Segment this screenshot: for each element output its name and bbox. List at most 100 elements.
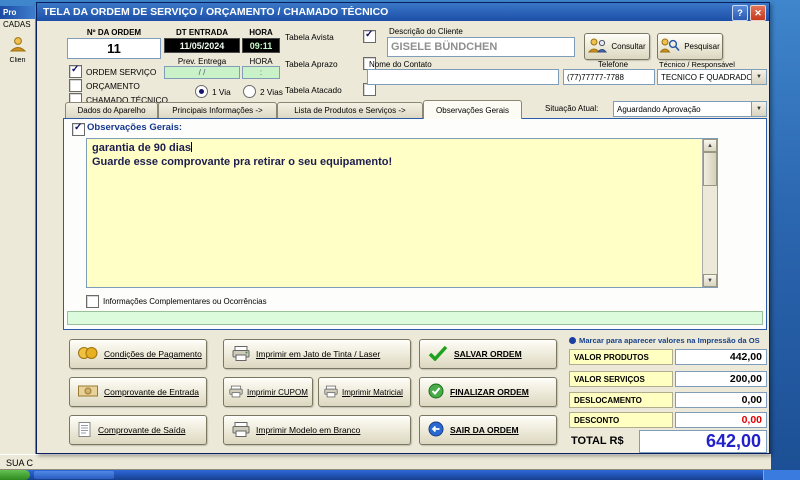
textarea-scrollbar[interactable]: ▲ ▼ [702,139,717,287]
search-client-button[interactable]: Pesquisar [657,33,723,60]
parent-window-menu[interactable]: CADAS [0,19,35,31]
print-blank-template-button[interactable]: Imprimir Modelo em Branco [223,415,411,445]
exit-order-button[interactable]: SAIR DA ORDEM [419,415,557,445]
parent-toolbar-item[interactable]: Clien [2,36,33,64]
displacement-value-label: DESLOCAMENTO [569,392,673,408]
order-number-field[interactable]: 11 [67,38,161,59]
one-via-radio[interactable] [195,85,208,98]
delivery-date-field[interactable]: / / [164,66,240,79]
tabela-aprazo-label: Tabela Aprazo [285,58,338,69]
products-value-label: VALOR PRODUTOS [569,349,673,365]
search-client-label: Pesquisar [684,42,720,51]
orcamento-checkbox[interactable] [69,79,82,92]
one-via-option[interactable]: 1 Via [195,85,231,98]
print-cupom-button[interactable]: Imprimir CUPOM [223,377,313,407]
services-value-label: VALOR SERVIÇOS [569,371,673,387]
two-vias-radio[interactable] [243,85,256,98]
desktop: Pro CADAS Clien SUA C TELA DA ORDEM DE S… [0,0,800,480]
client-name-field[interactable]: GISELE BÜNDCHEN [387,37,575,57]
coins-icon [78,346,98,362]
total-value-field: 642,00 [639,430,767,453]
text-cursor [191,142,193,152]
displacement-value-field[interactable]: 0,00 [675,392,767,408]
products-value-field[interactable]: 442,00 [675,349,767,365]
payment-conditions-button[interactable]: Condições de Pagamento [69,339,207,369]
tabela-avista-checkbox[interactable] [363,29,376,43]
complementary-info-option[interactable]: Informações Complementares ou Ocorrência… [86,295,267,308]
start-button[interactable] [0,470,30,480]
parent-toolbar-label: Clien [9,57,26,64]
exit-order-label: SAIR DA ORDEM [450,425,519,435]
people-search-icon [659,38,681,55]
green-check-icon [428,345,448,363]
payment-conditions-label: Condições de Pagamento [104,349,202,359]
two-vias-label: 2 Vias [260,86,283,97]
finalize-order-button[interactable]: FINALIZAR ORDEM [419,377,557,407]
print-cupom-label: Imprimir CUPOM [247,387,308,397]
exit-receipt-label: Comprovante de Saída [98,425,186,435]
tabela-aprazo-option[interactable]: Tabela Aprazo [285,57,376,70]
tab-observacoes-gerais[interactable]: Observações Gerais [423,100,522,119]
taskbar-app-button[interactable] [34,471,114,479]
finalize-check-icon [428,383,444,401]
exit-receipt-button[interactable]: Comprovante de Saída [69,415,207,445]
services-value-field[interactable]: 200,00 [675,371,767,387]
taskbar[interactable] [0,470,800,480]
window-title: TELA DA ORDEM DE SERVIÇO / ORÇAMENTO / C… [43,6,389,18]
save-order-button[interactable]: SALVAR ORDEM [419,339,557,369]
orcamento-option[interactable]: ORÇAMENTO [69,79,140,92]
tabela-avista-option[interactable]: Tabela Avista [285,29,376,43]
two-vias-option[interactable]: 2 Vias [243,85,283,98]
print-matrix-button[interactable]: Imprimir Matricial [318,377,411,407]
technician-combobox[interactable]: TECNICO F QUADRADO ▼ [657,69,767,85]
tab-lista-produtos-servicos[interactable]: Lista de Produtos e Serviços -> [277,102,423,118]
parent-window-title: Pro [0,6,35,19]
current-status-value: Aguardando Aprovação [617,104,701,114]
chevron-down-icon[interactable]: ▼ [751,102,766,116]
observations-checkbox[interactable] [72,122,85,136]
delivery-hour-label: HORA [249,57,273,66]
phone-field[interactable]: (77)77777-7788 [563,69,655,85]
ordem-servico-label: ORDEM SERVIÇO [86,66,157,77]
current-status-label: Situação Atual: [545,104,599,113]
complementary-info-checkbox[interactable] [86,295,99,308]
chevron-down-icon[interactable]: ▼ [751,70,766,84]
service-order-window: TELA DA ORDEM DE SERVIÇO / ORÇAMENTO / C… [36,2,770,454]
tabela-avista-label: Tabela Avista [285,31,334,42]
scrollbar-thumb[interactable] [703,152,717,186]
entry-receipt-button[interactable]: Comprovante de Entrada [69,377,207,407]
save-order-label: SALVAR ORDEM [454,349,522,359]
printer-icon [324,385,338,400]
consult-client-label: Consultar [611,42,646,51]
ordem-servico-checkbox[interactable] [69,64,82,78]
delivery-hour-field[interactable]: : [242,66,280,79]
help-button[interactable]: ? [732,5,748,21]
orcamento-label: ORÇAMENTO [86,80,140,91]
scroll-up-icon[interactable]: ▲ [703,139,717,152]
consult-client-button[interactable]: Consultar [584,33,650,60]
tab-dados-aparelho[interactable]: Dados do Aparelho [65,102,158,118]
title-bar[interactable]: TELA DA ORDEM DE SERVIÇO / ORÇAMENTO / C… [37,3,769,21]
complementary-info-field[interactable] [67,311,763,325]
contact-name-field[interactable] [367,69,559,85]
tab-principais-informacoes[interactable]: Principais Informações -> [158,102,277,118]
ordem-servico-option[interactable]: ORDEM SERVIÇO [69,64,157,78]
print-values-option[interactable]: Marcar para aparecer valores na Impressã… [569,336,760,345]
banknote-icon [78,385,98,399]
scroll-down-icon[interactable]: ▼ [703,274,717,287]
entry-date-label: DT ENTRADA [176,28,228,37]
phone-label: Telefone [597,60,629,69]
printer-icon [229,385,243,400]
print-matrix-label: Imprimir Matricial [342,387,403,397]
document-icon [78,421,92,439]
observation-line-1: garantia de 90 dias [92,142,193,154]
close-button[interactable]: ✕ [750,5,766,21]
print-inkjet-laser-button[interactable]: Imprimir em Jato de Tinta / Laser [223,339,411,369]
print-inkjet-laser-label: Imprimir em Jato de Tinta / Laser [256,349,381,359]
entry-date-display: 11/05/2024 [164,38,240,53]
observations-textarea[interactable]: garantia de 90 dias Guarde esse comprova… [86,138,718,288]
complementary-info-label: Informações Complementares ou Ocorrência… [103,297,267,306]
discount-value-field[interactable]: 0,00 [675,412,767,428]
current-status-combobox[interactable]: Aguardando Aprovação ▼ [613,101,767,117]
tabela-atacado-option[interactable]: Tabela Atacado [285,83,376,96]
